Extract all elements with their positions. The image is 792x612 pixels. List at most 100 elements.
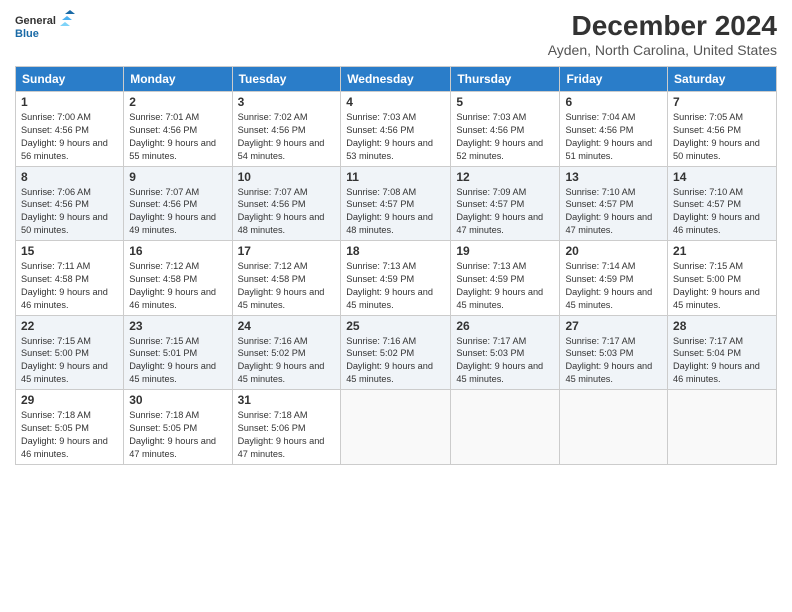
header-sunday: Sunday xyxy=(16,67,124,92)
day-info: Sunrise: 7:16 AM Sunset: 5:02 PM Dayligh… xyxy=(238,335,336,387)
day-number: 6 xyxy=(565,95,662,109)
logo-svg: General Blue xyxy=(15,10,75,45)
day-info: Sunrise: 7:04 AM Sunset: 4:56 PM Dayligh… xyxy=(565,111,662,163)
header-wednesday: Wednesday xyxy=(341,67,451,92)
calendar-cell: 17 Sunrise: 7:12 AM Sunset: 4:58 PM Dayl… xyxy=(232,241,341,316)
day-number: 8 xyxy=(21,170,118,184)
day-info: Sunrise: 7:11 AM Sunset: 4:58 PM Dayligh… xyxy=(21,260,118,312)
header: General Blue December 2024 Ayden, North … xyxy=(15,10,777,58)
day-number: 30 xyxy=(129,393,226,407)
day-number: 11 xyxy=(346,170,445,184)
day-number: 31 xyxy=(238,393,336,407)
day-number: 13 xyxy=(565,170,662,184)
day-info: Sunrise: 7:15 AM Sunset: 5:00 PM Dayligh… xyxy=(673,260,771,312)
day-info: Sunrise: 7:16 AM Sunset: 5:02 PM Dayligh… xyxy=(346,335,445,387)
day-info: Sunrise: 7:00 AM Sunset: 4:56 PM Dayligh… xyxy=(21,111,118,163)
calendar-week-3: 15 Sunrise: 7:11 AM Sunset: 4:58 PM Dayl… xyxy=(16,241,777,316)
svg-text:General: General xyxy=(15,15,56,27)
day-number: 22 xyxy=(21,319,118,333)
day-info: Sunrise: 7:09 AM Sunset: 4:57 PM Dayligh… xyxy=(456,186,554,238)
calendar-cell: 14 Sunrise: 7:10 AM Sunset: 4:57 PM Dayl… xyxy=(668,166,777,241)
calendar-cell: 2 Sunrise: 7:01 AM Sunset: 4:56 PM Dayli… xyxy=(124,92,232,167)
day-number: 5 xyxy=(456,95,554,109)
logo: General Blue xyxy=(15,10,75,45)
calendar-week-4: 22 Sunrise: 7:15 AM Sunset: 5:00 PM Dayl… xyxy=(16,315,777,390)
calendar-cell: 4 Sunrise: 7:03 AM Sunset: 4:56 PM Dayli… xyxy=(341,92,451,167)
calendar-header-row: Sunday Monday Tuesday Wednesday Thursday… xyxy=(16,67,777,92)
day-info: Sunrise: 7:01 AM Sunset: 4:56 PM Dayligh… xyxy=(129,111,226,163)
calendar-cell: 12 Sunrise: 7:09 AM Sunset: 4:57 PM Dayl… xyxy=(451,166,560,241)
calendar-cell: 1 Sunrise: 7:00 AM Sunset: 4:56 PM Dayli… xyxy=(16,92,124,167)
day-number: 10 xyxy=(238,170,336,184)
day-number: 19 xyxy=(456,244,554,258)
calendar-cell: 24 Sunrise: 7:16 AM Sunset: 5:02 PM Dayl… xyxy=(232,315,341,390)
svg-text:Blue: Blue xyxy=(15,28,39,40)
calendar-cell xyxy=(341,390,451,465)
calendar-cell: 3 Sunrise: 7:02 AM Sunset: 4:56 PM Dayli… xyxy=(232,92,341,167)
calendar-week-5: 29 Sunrise: 7:18 AM Sunset: 5:05 PM Dayl… xyxy=(16,390,777,465)
calendar-cell: 28 Sunrise: 7:17 AM Sunset: 5:04 PM Dayl… xyxy=(668,315,777,390)
day-number: 18 xyxy=(346,244,445,258)
header-saturday: Saturday xyxy=(668,67,777,92)
day-number: 26 xyxy=(456,319,554,333)
calendar-cell: 19 Sunrise: 7:13 AM Sunset: 4:59 PM Dayl… xyxy=(451,241,560,316)
calendar-week-2: 8 Sunrise: 7:06 AM Sunset: 4:56 PM Dayli… xyxy=(16,166,777,241)
day-number: 9 xyxy=(129,170,226,184)
day-info: Sunrise: 7:18 AM Sunset: 5:05 PM Dayligh… xyxy=(21,409,118,461)
calendar-cell xyxy=(668,390,777,465)
day-info: Sunrise: 7:17 AM Sunset: 5:03 PM Dayligh… xyxy=(565,335,662,387)
day-number: 17 xyxy=(238,244,336,258)
calendar-cell: 16 Sunrise: 7:12 AM Sunset: 4:58 PM Dayl… xyxy=(124,241,232,316)
calendar-cell: 8 Sunrise: 7:06 AM Sunset: 4:56 PM Dayli… xyxy=(16,166,124,241)
calendar-cell: 22 Sunrise: 7:15 AM Sunset: 5:00 PM Dayl… xyxy=(16,315,124,390)
calendar-cell: 21 Sunrise: 7:15 AM Sunset: 5:00 PM Dayl… xyxy=(668,241,777,316)
subtitle: Ayden, North Carolina, United States xyxy=(548,42,777,58)
calendar-cell: 26 Sunrise: 7:17 AM Sunset: 5:03 PM Dayl… xyxy=(451,315,560,390)
header-friday: Friday xyxy=(560,67,668,92)
calendar-cell: 23 Sunrise: 7:15 AM Sunset: 5:01 PM Dayl… xyxy=(124,315,232,390)
day-number: 20 xyxy=(565,244,662,258)
calendar-cell xyxy=(560,390,668,465)
day-number: 28 xyxy=(673,319,771,333)
page: General Blue December 2024 Ayden, North … xyxy=(0,0,792,612)
day-info: Sunrise: 7:06 AM Sunset: 4:56 PM Dayligh… xyxy=(21,186,118,238)
calendar-cell: 5 Sunrise: 7:03 AM Sunset: 4:56 PM Dayli… xyxy=(451,92,560,167)
day-number: 25 xyxy=(346,319,445,333)
day-number: 2 xyxy=(129,95,226,109)
calendar-cell: 13 Sunrise: 7:10 AM Sunset: 4:57 PM Dayl… xyxy=(560,166,668,241)
day-number: 14 xyxy=(673,170,771,184)
calendar-table: Sunday Monday Tuesday Wednesday Thursday… xyxy=(15,66,777,465)
calendar-cell: 10 Sunrise: 7:07 AM Sunset: 4:56 PM Dayl… xyxy=(232,166,341,241)
day-number: 16 xyxy=(129,244,226,258)
day-info: Sunrise: 7:03 AM Sunset: 4:56 PM Dayligh… xyxy=(456,111,554,163)
day-info: Sunrise: 7:12 AM Sunset: 4:58 PM Dayligh… xyxy=(238,260,336,312)
header-thursday: Thursday xyxy=(451,67,560,92)
day-info: Sunrise: 7:17 AM Sunset: 5:03 PM Dayligh… xyxy=(456,335,554,387)
day-number: 24 xyxy=(238,319,336,333)
day-info: Sunrise: 7:12 AM Sunset: 4:58 PM Dayligh… xyxy=(129,260,226,312)
day-number: 4 xyxy=(346,95,445,109)
day-number: 7 xyxy=(673,95,771,109)
calendar-cell xyxy=(451,390,560,465)
day-info: Sunrise: 7:07 AM Sunset: 4:56 PM Dayligh… xyxy=(129,186,226,238)
day-info: Sunrise: 7:13 AM Sunset: 4:59 PM Dayligh… xyxy=(346,260,445,312)
day-info: Sunrise: 7:03 AM Sunset: 4:56 PM Dayligh… xyxy=(346,111,445,163)
title-block: December 2024 Ayden, North Carolina, Uni… xyxy=(548,10,777,58)
day-info: Sunrise: 7:15 AM Sunset: 5:00 PM Dayligh… xyxy=(21,335,118,387)
calendar-cell: 7 Sunrise: 7:05 AM Sunset: 4:56 PM Dayli… xyxy=(668,92,777,167)
day-number: 27 xyxy=(565,319,662,333)
day-number: 21 xyxy=(673,244,771,258)
day-info: Sunrise: 7:18 AM Sunset: 5:05 PM Dayligh… xyxy=(129,409,226,461)
day-info: Sunrise: 7:07 AM Sunset: 4:56 PM Dayligh… xyxy=(238,186,336,238)
calendar-cell: 27 Sunrise: 7:17 AM Sunset: 5:03 PM Dayl… xyxy=(560,315,668,390)
day-info: Sunrise: 7:14 AM Sunset: 4:59 PM Dayligh… xyxy=(565,260,662,312)
day-number: 15 xyxy=(21,244,118,258)
calendar-cell: 18 Sunrise: 7:13 AM Sunset: 4:59 PM Dayl… xyxy=(341,241,451,316)
day-number: 1 xyxy=(21,95,118,109)
day-info: Sunrise: 7:02 AM Sunset: 4:56 PM Dayligh… xyxy=(238,111,336,163)
day-number: 3 xyxy=(238,95,336,109)
day-info: Sunrise: 7:17 AM Sunset: 5:04 PM Dayligh… xyxy=(673,335,771,387)
header-tuesday: Tuesday xyxy=(232,67,341,92)
main-title: December 2024 xyxy=(548,10,777,42)
day-info: Sunrise: 7:15 AM Sunset: 5:01 PM Dayligh… xyxy=(129,335,226,387)
